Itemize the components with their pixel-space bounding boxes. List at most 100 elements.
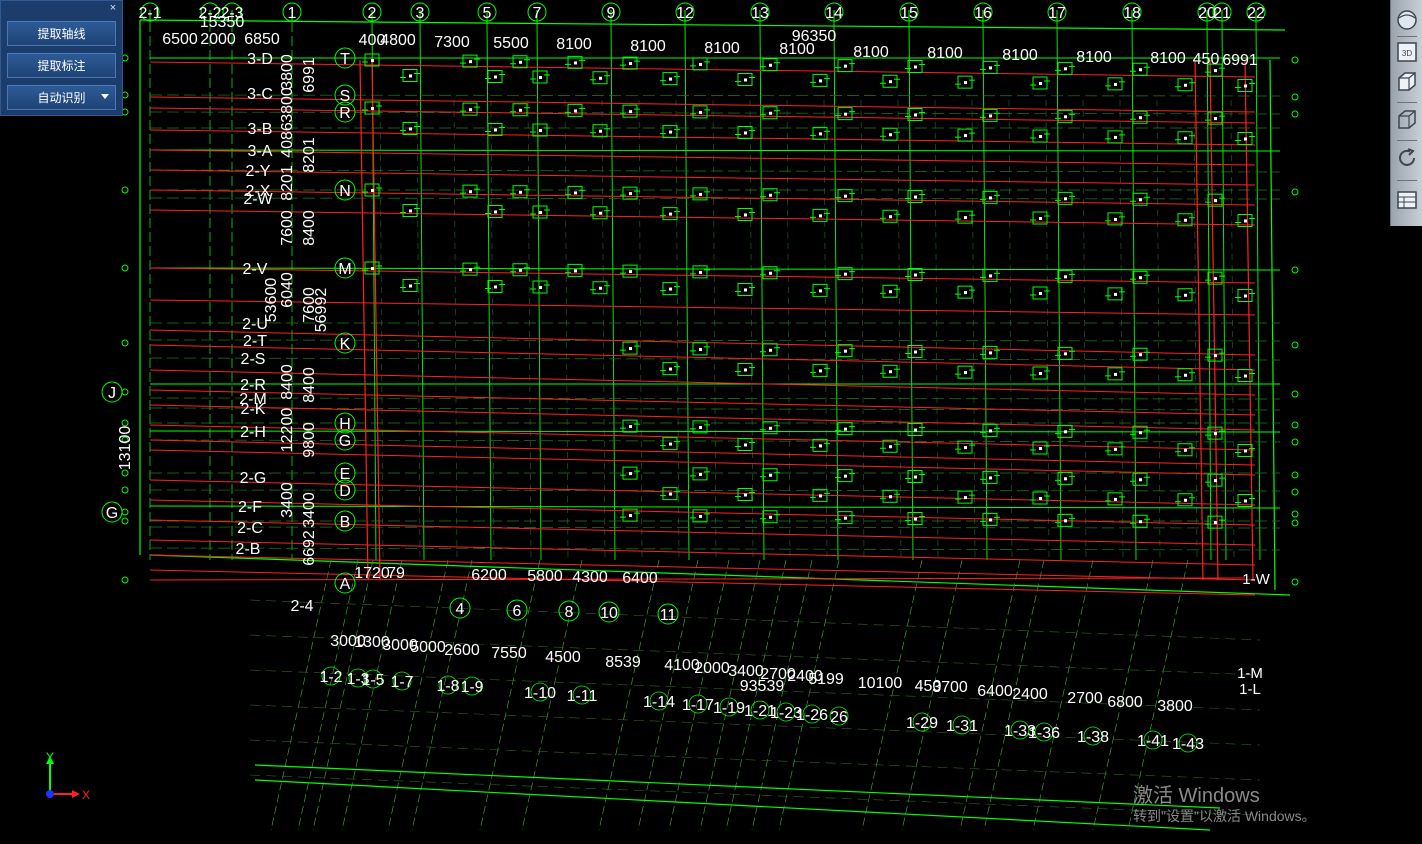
column-marker-dot: [494, 75, 497, 79]
view-toolbar: 3D: [1390, 0, 1422, 226]
beam-line: [149, 577, 1246, 581]
frame-line-bottom-skew: [254, 779, 1211, 831]
column-marker-dot: [1064, 67, 1067, 71]
grid-line-secondary: [786, 99, 791, 561]
dimension-text-vertical: 7600: [279, 210, 296, 246]
rotate-icon[interactable]: [1395, 146, 1419, 170]
column-marker-dot: [889, 133, 892, 137]
grid-line-vertical: [684, 21, 690, 561]
axis-end-marker: [121, 264, 129, 272]
grid-line-horizontal: [149, 339, 1281, 342]
column-marker-dot: [964, 496, 967, 500]
column-marker-dot: [669, 492, 672, 496]
column-marker-dot: [699, 472, 702, 476]
dimension-text: 5199: [808, 671, 844, 688]
extract-axis-button[interactable]: 提取轴线: [7, 21, 116, 46]
column-marker-dot: [699, 62, 702, 66]
dimension-text: 2600: [444, 642, 480, 659]
beam-line-vertical: [1209, 59, 1219, 581]
layout-grid-icon[interactable]: [1395, 188, 1419, 212]
dimension-text-vertical: 6692: [301, 530, 318, 566]
column-marker-dot: [819, 494, 822, 498]
column-marker-dot: [844, 194, 847, 198]
axis-label-left: 2-C: [237, 520, 263, 537]
dimension-text: 5500: [493, 35, 529, 52]
column-marker-dot: [844, 112, 847, 116]
column-marker-dot: [989, 476, 992, 480]
column-marker-dot: [769, 515, 772, 519]
dimension-text-vertical: 56992: [313, 288, 330, 333]
axis-label-top: 21: [1213, 5, 1231, 22]
dimension-text: 4300: [572, 569, 608, 586]
column-marker-dot: [469, 190, 472, 194]
column-marker-dot: [699, 110, 702, 114]
box-view-icon[interactable]: [1395, 70, 1419, 94]
column-marker-dot: [989, 114, 992, 118]
axis-label-left: 2-V: [243, 261, 268, 278]
column-marker-dot: [914, 475, 917, 479]
column-marker-dot: [1064, 275, 1067, 279]
dimension-text: 8100: [1002, 47, 1038, 64]
column-marker-dot: [409, 127, 412, 131]
cad-drawing-canvas[interactable]: 2-1 2-22-3 1 2 3 5 7 9 12 13 14 15 16 17 18 2021 2215350…: [0, 0, 1422, 844]
grid-line-bottom: [341, 559, 403, 831]
column-marker-dot: [964, 81, 967, 85]
axis-end-marker: [121, 388, 129, 396]
column-marker-dot: [1064, 430, 1067, 434]
dimension-text-vertical: 6991: [301, 57, 318, 93]
axis-label-right: 1-W: [1242, 571, 1270, 588]
dimension-text: 6850: [244, 31, 280, 48]
dimension-text: 10100: [858, 675, 903, 692]
grid-line-horizontal: [149, 547, 1281, 551]
dimension-text: 3700: [932, 679, 968, 696]
column-marker-dot: [669, 287, 672, 291]
grid-line-vertical: [833, 21, 839, 561]
column-marker-dot: [494, 128, 497, 132]
column-marker-dot: [1139, 198, 1142, 202]
cube-outline-icon[interactable]: [1395, 108, 1419, 132]
auto-recognize-dropdown[interactable]: 自动识别: [7, 85, 116, 110]
column-marker-dot: [914, 428, 917, 432]
column-marker-dot: [469, 60, 472, 64]
chevron-down-icon[interactable]: [101, 94, 109, 99]
axis-label-bottom: 1-26: [796, 707, 828, 724]
column-marker-dot: [769, 111, 772, 115]
column-marker-dot: [744, 443, 747, 447]
windows-activation-subtitle: 转到"设置"以激活 Windows。: [1133, 808, 1316, 824]
3d-view-icon[interactable]: 3D: [1395, 40, 1419, 64]
axis-label: R: [339, 105, 351, 122]
column-marker-dot: [1114, 135, 1117, 139]
axis-label-left: 2-B: [236, 541, 261, 558]
extract-dimension-button[interactable]: 提取标注: [7, 53, 116, 78]
axis-label-bottom: 1-19: [713, 700, 745, 717]
column-marker-dot: [1039, 292, 1042, 296]
axis-end-marker: [1291, 341, 1299, 349]
axis-label-left: 2-T: [243, 333, 267, 350]
sphere-view-icon[interactable]: [1395, 8, 1419, 32]
axis-label: G: [106, 505, 118, 522]
column-marker-dot: [1244, 84, 1247, 88]
column-marker-dot: [744, 368, 747, 372]
column-marker-dot: [574, 269, 577, 273]
column-marker-dot: [964, 446, 967, 450]
column-marker-dot: [469, 268, 472, 272]
grid-line-secondary: [1045, 99, 1050, 561]
axis-end-marker: [1291, 266, 1299, 274]
axis-end-marker: [121, 186, 129, 194]
axis-label-left: 3-D: [247, 51, 273, 68]
axis-label: G: [339, 433, 351, 450]
axis-label-bottom: 1-38: [1077, 729, 1109, 746]
grid-line-horizontal: [149, 397, 1281, 400]
grid-line-secondary: [601, 99, 606, 561]
column-marker-dot: [1184, 448, 1187, 452]
column-marker-dot: [371, 267, 374, 270]
dimension-text: 8100: [1150, 50, 1186, 67]
axis-label-bottom: 1-8: [436, 678, 459, 695]
column-marker-dot: [539, 129, 542, 133]
axis-label: 4: [456, 601, 465, 618]
axis-end-marker: [1291, 110, 1299, 118]
column-marker-dot: [371, 59, 374, 62]
close-icon[interactable]: ×: [107, 2, 119, 14]
dimension-text: 15350: [200, 14, 245, 31]
axis-label: A: [340, 576, 351, 593]
